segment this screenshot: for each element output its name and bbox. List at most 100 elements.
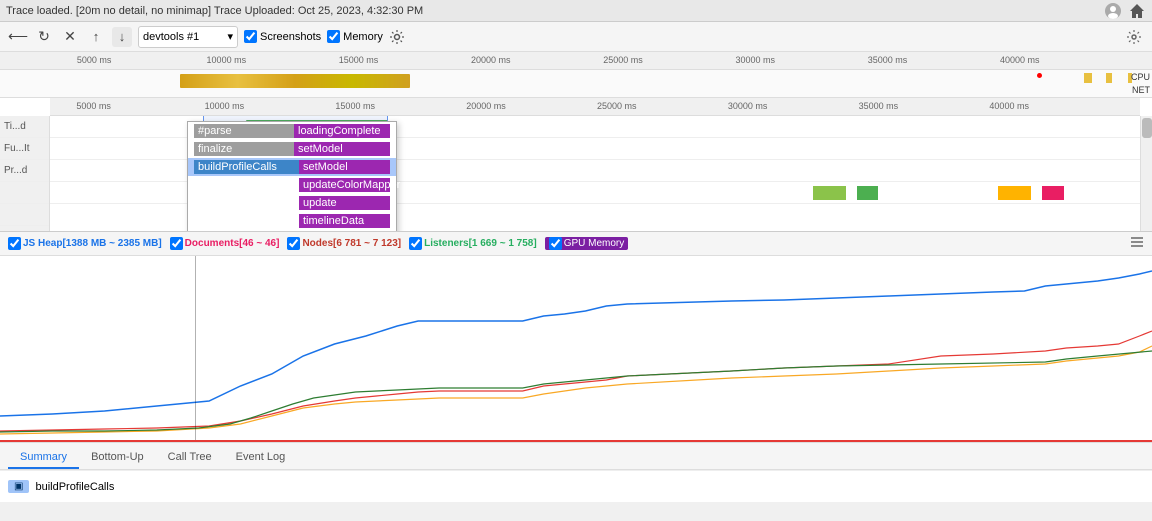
flame-tick-15000: 15000 ms: [335, 101, 375, 111]
screenshots-checkbox[interactable]: [244, 30, 257, 43]
docs-checkbox[interactable]: [170, 237, 183, 250]
tick-30000: 30000 ms: [736, 55, 776, 65]
gpu-line: [0, 346, 1152, 434]
cursor-line: [195, 256, 196, 442]
bottom-tabs: Summary Bottom-Up Call Tree Event Log: [0, 442, 1152, 470]
listeners-checkbox[interactable]: [409, 237, 422, 250]
block-r4-4: [1042, 186, 1064, 200]
label-pr: Pr...d: [0, 160, 49, 182]
list-icon[interactable]: [1130, 235, 1144, 252]
top-icons: [1104, 2, 1146, 20]
tab-summary[interactable]: Summary: [8, 447, 79, 469]
timeline-area: 5000 ms 10000 ms 15000 ms 20000 ms 25000…: [0, 52, 1152, 232]
memory-area: JS Heap[1388 MB ~ 2385 MB] Documents[46 …: [0, 232, 1152, 442]
chart-area: [0, 256, 1152, 442]
js-heap-check: JS Heap[1388 MB ~ 2385 MB]: [8, 237, 162, 250]
call-popup: #parse loadingComplete finalize setModel…: [187, 121, 397, 232]
flame-ruler: 5000 ms 10000 ms 15000 ms 20000 ms 25000…: [50, 98, 1140, 116]
gpu-label: GPU Memory: [564, 238, 625, 249]
overview-ruler: 5000 ms 10000 ms 15000 ms 20000 ms 25000…: [0, 52, 1152, 70]
memory-checkbox[interactable]: [327, 30, 340, 43]
label-empty1: [0, 182, 49, 204]
tab-name: devtools #1: [143, 31, 199, 43]
flame-tick-30000: 30000 ms: [728, 101, 768, 111]
tab-event-log[interactable]: Event Log: [224, 447, 298, 469]
block-r4-3: [998, 186, 1031, 200]
overview-row: CPU NET: [0, 70, 1152, 98]
counter-bar: JS Heap[1388 MB ~ 2385 MB] Documents[46 …: [0, 232, 1152, 256]
tab-call-tree[interactable]: Call Tree: [156, 447, 224, 469]
overview-band: [180, 74, 410, 88]
label-tid: Ti...d: [0, 116, 49, 138]
yellow-block-2: [1106, 73, 1112, 83]
red-baseline: [0, 440, 1152, 442]
tick-15000: 15000 ms: [339, 55, 379, 65]
label-fu: Fu...It: [0, 138, 49, 160]
download-button[interactable]: ↓: [112, 27, 132, 47]
avatar-icon: [1104, 2, 1122, 20]
tick-40000: 40000 ms: [1000, 55, 1040, 65]
bottom-content: ▣ buildProfileCalls: [0, 470, 1152, 502]
memory-check-group: Memory: [327, 30, 383, 43]
top-bar: Trace loaded. [20m no detail, no minimap…: [0, 0, 1152, 22]
block-r4-1: [813, 186, 846, 200]
tick-35000: 35000 ms: [868, 55, 908, 65]
tick-20000: 20000 ms: [471, 55, 511, 65]
popup-finalize[interactable]: finalize setModel: [188, 140, 396, 158]
js-heap-line: [0, 271, 1152, 416]
flame-tick-25000: 25000 ms: [597, 101, 637, 111]
screenshots-label: Screenshots: [260, 31, 321, 43]
nodes-label: Nodes[6 781 ~ 7 123]: [302, 238, 401, 249]
back-button[interactable]: ⟵: [8, 27, 28, 47]
label-empty2: [0, 204, 49, 226]
js-heap-label: JS Heap[1388 MB ~ 2385 MB]: [23, 238, 162, 249]
gpu-check: GPU Memory: [545, 237, 629, 250]
settings-icon[interactable]: [389, 29, 405, 45]
tick-10000: 10000 ms: [207, 55, 247, 65]
stop-button[interactable]: ✕: [60, 27, 80, 47]
popup-parse[interactable]: #parse loadingComplete: [188, 122, 396, 140]
nodes-checkbox[interactable]: [287, 237, 300, 250]
net-label: NET: [1132, 85, 1150, 95]
listeners-check: Listeners[1 669 ~ 1 758]: [409, 237, 537, 250]
toolbar: ⟵ ↻ ✕ ↑ ↓ devtools #1 ▾ Screenshots Memo…: [0, 22, 1152, 52]
flame-tick-10000: 10000 ms: [205, 101, 245, 111]
memory-chart: [0, 256, 1152, 442]
flame-tick-20000: 20000 ms: [466, 101, 506, 111]
docs-label: Documents[46 ~ 46]: [185, 238, 280, 249]
flame-tick-40000: 40000 ms: [989, 101, 1029, 111]
summary-badge: ▣: [8, 480, 29, 493]
listeners-line: [0, 351, 1152, 432]
nodes-check: Nodes[6 781 ~ 7 123]: [287, 237, 401, 250]
block-r4-2: [857, 186, 879, 200]
flame-rows: Ti...d Fu...It Pr...d: [0, 116, 1152, 232]
tab-bottom-up[interactable]: Bottom-Up: [79, 447, 156, 469]
cpu-label: CPU: [1131, 72, 1150, 82]
popup-update[interactable]: update: [188, 194, 396, 212]
red-dot-1: [1037, 73, 1042, 78]
upload-button[interactable]: ↑: [86, 27, 106, 47]
popup-update-color-mapper[interactable]: updateColorMapper: [188, 176, 396, 194]
listeners-label: Listeners[1 669 ~ 1 758]: [424, 238, 537, 249]
refresh-button[interactable]: ↻: [34, 27, 54, 47]
bottom-function-name: buildProfileCalls: [35, 481, 114, 493]
flame-left-labels: Ti...d Fu...It Pr...d: [0, 116, 50, 232]
flame-tick-5000: 5000 ms: [76, 101, 111, 111]
tab-selector[interactable]: devtools #1 ▾: [138, 26, 238, 48]
tick-5000: 5000 ms: [77, 55, 112, 65]
flame-tick-35000: 35000 ms: [859, 101, 899, 111]
trace-info: Trace loaded. [20m no detail, no minimap…: [6, 5, 1104, 17]
yellow-block-1: [1084, 73, 1092, 83]
popup-build-profile[interactable]: buildProfileCalls setModel: [188, 158, 396, 176]
gpu-checkbox[interactable]: [549, 237, 562, 250]
scrollbar-thumb[interactable]: [1142, 118, 1152, 138]
popup-timeline-data-1[interactable]: timelineData: [188, 212, 396, 230]
js-heap-checkbox[interactable]: [8, 237, 21, 250]
chevron-down-icon: ▾: [227, 30, 233, 43]
right-scrollbar[interactable]: [1140, 116, 1152, 232]
home-icon[interactable]: [1128, 2, 1146, 20]
memory-label: Memory: [343, 31, 383, 43]
docs-check: Documents[46 ~ 46]: [170, 237, 280, 250]
gear-button[interactable]: [1124, 27, 1144, 47]
tick-25000: 25000 ms: [603, 55, 643, 65]
